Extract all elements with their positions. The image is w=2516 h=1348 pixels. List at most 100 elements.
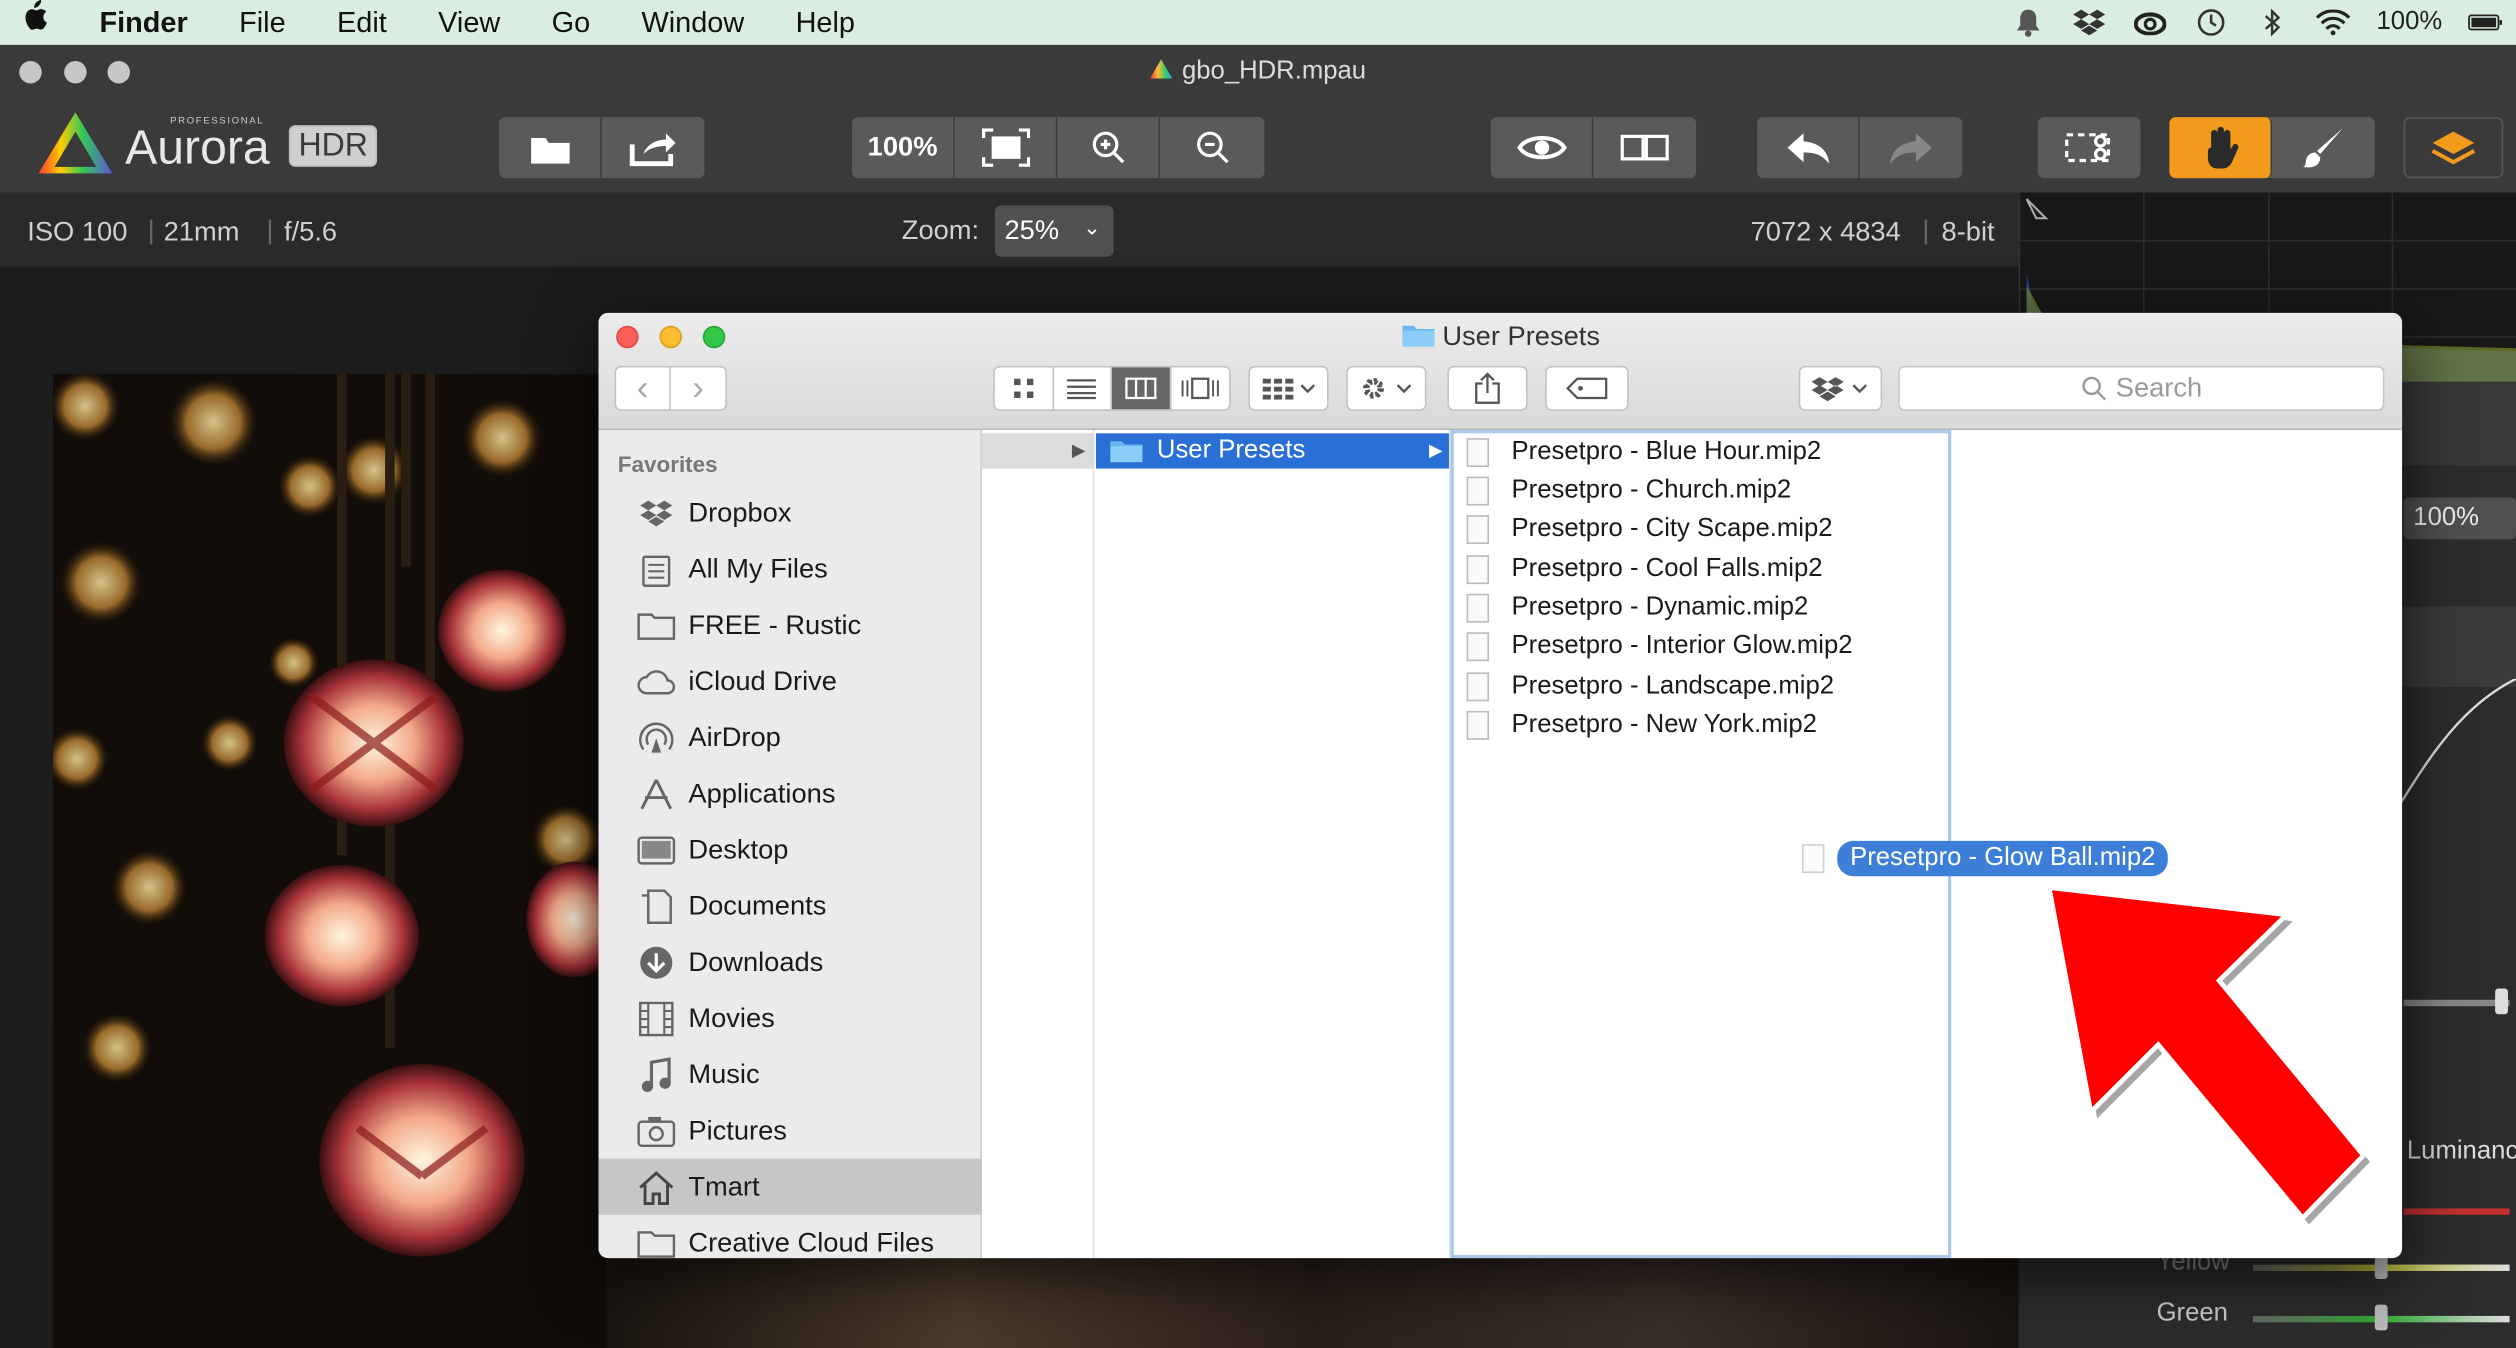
dragged-file[interactable]: Presetpro - Glow Ball.mip2 [1801,840,2169,877]
crop-button[interactable] [2038,117,2141,178]
apple-menu-icon[interactable] [0,0,74,45]
tag-button[interactable] [1545,365,1629,411]
dropbox-finder-button[interactable] [1798,365,1883,411]
menu-window[interactable]: Window [616,0,770,45]
time-machine-icon[interactable] [2194,8,2229,37]
folder-icon [635,611,677,640]
hand-icon [2207,126,2238,169]
fit-screen-button[interactable] [955,117,1058,179]
sidebar-item-free-rustic[interactable]: FREE - Rustic [599,597,982,653]
curve-graph [2387,678,2516,824]
folder-icon [1402,325,1435,347]
hand-tool-button[interactable] [2169,117,2273,179]
history-button-group [1757,117,1963,179]
forward-button[interactable]: › [671,367,726,409]
redo-button[interactable] [1860,117,1963,178]
file-icon [1466,555,1490,585]
creative-cloud-icon[interactable] [2133,8,2168,37]
layers-button[interactable] [2403,117,2504,179]
logo-aurora-text: Aurora [125,121,270,175]
disclosure-arrow-icon: ▶ [1428,441,1443,461]
list-view-icon [1067,379,1097,400]
compare-button[interactable] [1593,117,1696,178]
file-button-group [499,117,705,179]
panel-slider-handle[interactable] [2495,988,2508,1015]
menu-go[interactable]: Go [526,0,616,45]
battery-percent: 100% [2376,8,2443,36]
view-mode-group [993,365,1231,411]
sidebar-item-music[interactable]: Music [599,1046,982,1102]
search-field[interactable]: Search [1898,365,2385,411]
red-arrow-annotation [2046,884,2370,1225]
photo-canvas[interactable] [52,373,607,1348]
preview-button[interactable] [1491,117,1594,179]
bluetooth-icon[interactable] [2255,8,2290,37]
file-item[interactable]: Presetpro - Church.mip2 [1466,472,1791,511]
file-item[interactable]: Presetpro - Interior Glow.mip2 [1466,627,1853,666]
sidebar-item-tmart[interactable]: Tmart [598,1158,983,1215]
list-view-button[interactable] [1053,367,1112,410]
sidebar-item-airdrop[interactable]: AirDrop [599,709,982,765]
zoom-select[interactable]: 25% ⌄ [994,205,1114,257]
image-dimensions: 7072 x 4834 [1750,216,1901,248]
logo-hdr-badge: HDR [288,125,378,167]
downloads-icon [635,944,677,979]
open-button[interactable] [499,117,602,179]
lanterns-photo [52,373,607,1348]
sidebar-item-pictures[interactable]: Pictures [599,1102,982,1158]
zoom-out-button[interactable] [1160,117,1264,178]
file-item[interactable]: Presetpro - Cool Falls.mip2 [1466,550,1823,589]
redo-icon [1890,133,1932,164]
file-item[interactable]: Presetpro - New York.mip2 [1466,706,1817,745]
file-item[interactable]: Presetpro - Dynamic.mip2 [1466,589,1808,628]
file-item[interactable]: Presetpro - City Scape.mip2 [1466,510,1833,549]
sidebar-item-dropbox[interactable]: Dropbox [599,485,982,541]
menu-app-finder[interactable]: Finder [74,0,214,45]
nav-button-group: ‹ › [614,365,727,411]
sidebar-heading-favorites: Favorites [617,450,718,477]
undo-button[interactable] [1757,117,1860,179]
file-item[interactable]: Presetpro - Landscape.mip2 [1466,668,1834,707]
cover-flow-button[interactable] [1171,367,1230,409]
menu-help[interactable]: Help [770,0,881,45]
sidebar-item-movies[interactable]: Movies [599,990,982,1046]
menu-file[interactable]: File [213,0,311,45]
sidebar-item-documents[interactable]: Documents [599,878,982,934]
green-label: Green [2156,1299,2228,1328]
zoom-100-button[interactable]: 100% [852,117,955,179]
folder-user-presets[interactable]: User Presets ▶ [1095,433,1449,469]
aperture-value: f/5.6 [284,216,338,248]
icon-view-button[interactable] [995,367,1054,410]
brush-tool-button[interactable] [2272,117,2375,178]
menu-view[interactable]: View [412,0,525,45]
battery-icon[interactable] [2468,8,2503,37]
share-finder-button[interactable] [1447,365,1528,411]
column-view-button[interactable] [1111,367,1171,410]
action-button[interactable] [1346,365,1427,411]
zoom-in-button[interactable] [1057,117,1161,179]
sidebar-item-desktop[interactable]: Desktop [599,822,982,878]
dragged-file-label: Presetpro - Glow Ball.mip2 [1837,840,2169,877]
green-slider-handle[interactable] [2374,1304,2388,1331]
panel-zoom-select[interactable]: 100% [2403,497,2516,540]
sidebar-item-creative-cloud-files[interactable]: Creative Cloud Files [599,1215,982,1258]
browser-column-2: User Presets ▶ [1094,430,1451,1259]
sidebar-item-downloads[interactable]: Downloads [599,934,982,990]
sidebar-item-icloud-drive[interactable]: iCloud Drive [599,653,982,709]
arrange-button[interactable] [1248,365,1329,411]
file-icon [1801,844,1825,873]
notification-icon[interactable] [2011,8,2046,37]
icon-view-icon [1013,378,1033,398]
arrange-icon [1262,378,1316,400]
dropbox-menu-icon[interactable] [2072,8,2107,37]
file-item[interactable]: Presetpro - Blue Hour.mip2 [1466,433,1821,472]
app-window-title: gbo_HDR.mpau [0,58,2516,87]
back-button[interactable]: ‹ [616,367,671,410]
sidebar-item-all-my-files[interactable]: All My Files [599,541,982,597]
share-button[interactable] [602,117,705,178]
finder-title: User Presets [599,321,2403,353]
sidebar-item-applications[interactable]: Applications [599,765,982,821]
column-view-icon [1124,377,1157,400]
wifi-icon[interactable] [2316,8,2351,37]
menu-edit[interactable]: Edit [311,0,412,45]
